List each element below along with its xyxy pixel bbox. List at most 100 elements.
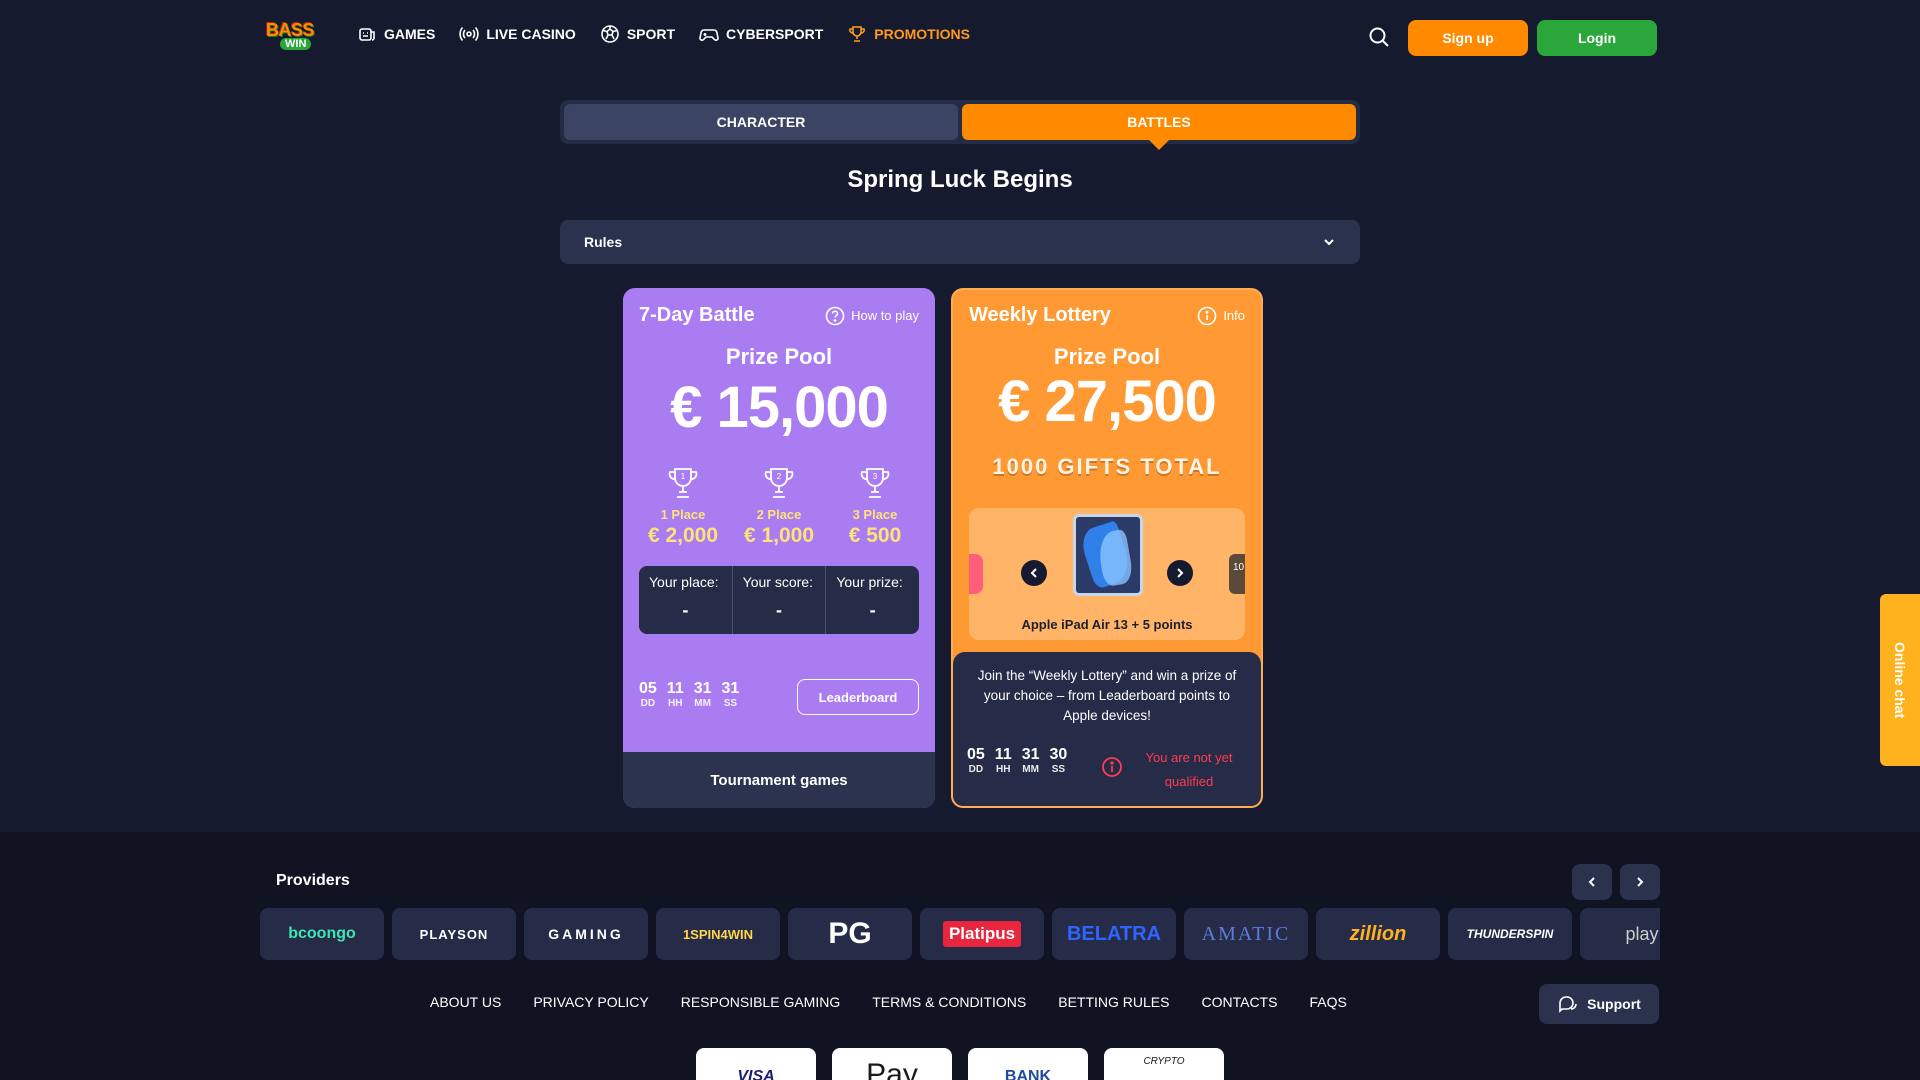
timer-unit: SS <box>1051 764 1066 775</box>
logo[interactable]: BASS WIN <box>264 18 320 54</box>
timer-unit: HH <box>668 698 683 709</box>
timer-unit: DD <box>640 698 656 709</box>
footer-link-betting-rules[interactable]: BETTING RULES <box>1058 994 1169 1010</box>
login-button[interactable]: Login <box>1537 20 1657 56</box>
provider-name: PG <box>828 917 872 950</box>
cup-number: 2 <box>777 472 782 481</box>
prize-pool-value: € 15,000 <box>670 375 889 440</box>
provider-tile[interactable]: AMATIC <box>1184 908 1308 960</box>
rules-accordion[interactable]: Rules <box>560 220 1360 264</box>
providers-next-button[interactable] <box>1620 864 1660 900</box>
stat-label: Your prize: <box>836 574 903 590</box>
signup-button[interactable]: Sign up <box>1408 20 1528 56</box>
search-icon[interactable] <box>1368 26 1390 48</box>
provider-tile[interactable]: zillion <box>1316 908 1440 960</box>
stat-value: - <box>682 600 689 620</box>
battle-countdown: 05 DD 11 HH 31 MM 31 SS <box>639 680 739 709</box>
provider-tile[interactable]: Platipus <box>920 908 1044 960</box>
nav-sport[interactable]: SPORT <box>600 24 675 44</box>
footer-link-about[interactable]: ABOUT US <box>430 994 501 1010</box>
timer-unit: HH <box>996 764 1011 775</box>
footer-link-responsible[interactable]: RESPONSIBLE GAMING <box>681 994 840 1010</box>
chevron-left-icon <box>1588 877 1595 887</box>
provider-name: GAMING <box>548 926 624 942</box>
nav-games[interactable]: GAMES <box>357 24 435 44</box>
provider-tile[interactable]: bcoongo <box>260 908 384 960</box>
lottery-title: Weekly Lottery <box>969 304 1111 326</box>
provider-tile[interactable]: PLAYSON <box>392 908 516 960</box>
stat-value: - <box>776 600 782 620</box>
providers-prev-button[interactable] <box>1572 864 1612 900</box>
carousel-prev-button[interactable] <box>1021 560 1047 586</box>
online-chat-tab[interactable]: Online chat <box>1880 594 1920 766</box>
footer-link-contacts[interactable]: CONTACTS <box>1201 994 1277 1010</box>
prize-carousel: 10 Apple iPad Air 13 + 5 points <box>969 508 1245 640</box>
nav-live-casino[interactable]: LIVE CASINO <box>459 24 576 44</box>
provider-tile[interactable]: 1SPIN4WIN <box>656 908 780 960</box>
nav-cybersport[interactable]: CYBERSPORT <box>699 24 823 44</box>
provider-tile[interactable]: PG <box>788 908 912 960</box>
payment-label: BANK <box>1004 1068 1052 1080</box>
place-label: 2 Place <box>756 507 802 522</box>
leaderboard-button[interactable]: Leaderboard <box>797 679 919 715</box>
timer-num: 31 <box>1021 746 1040 763</box>
timer-seconds: 30 SS <box>1050 746 1068 775</box>
support-button[interactable]: Support <box>1539 984 1659 1024</box>
support-label: Support <box>1587 996 1641 1012</box>
payment-label: Pay <box>866 1058 918 1080</box>
stat-value: - <box>869 600 876 620</box>
cup-icon: 1 <box>668 468 698 498</box>
lottery-description: Join the “Weekly Lottery” and win a priz… <box>977 668 1237 723</box>
battle-title: 7-Day Battle <box>639 304 755 326</box>
provider-name: AMATIC <box>1201 922 1291 945</box>
timer-num: 05 <box>967 746 985 763</box>
provider-name: play <box>1625 923 1659 944</box>
info-label: Info <box>1223 308 1245 323</box>
tournament-games-button[interactable]: Tournament games <box>623 752 935 808</box>
timer-days: 05 DD <box>639 680 657 709</box>
provider-tile[interactable]: BELATRA <box>1052 908 1176 960</box>
logo-subtext: WIN <box>280 38 312 50</box>
provider-tile[interactable]: play <box>1580 908 1660 960</box>
place-first: 1 1 Place € 2,000 <box>637 464 729 548</box>
footer-link-privacy[interactable]: PRIVACY POLICY <box>533 994 648 1010</box>
tab-character[interactable]: CHARACTER <box>564 104 958 140</box>
prize-pool-label: Prize Pool <box>1053 344 1161 369</box>
provider-name: THUNDERSPIN <box>1466 927 1554 941</box>
timer-num: 05 <box>639 680 657 697</box>
provider-name: Platipus <box>942 921 1022 947</box>
chevron-down-icon <box>1324 239 1334 246</box>
timer-num: 11 <box>666 680 684 697</box>
prize-name: Apple iPad Air 13 + 5 points <box>1021 617 1193 632</box>
timer-days: 05 DD <box>967 746 985 775</box>
question-icon <box>825 306 845 325</box>
footer-link-terms[interactable]: TERMS & CONDITIONS <box>872 994 1026 1010</box>
timer-minutes: 31 MM <box>694 680 712 709</box>
stat-place: Your place: - <box>639 566 732 634</box>
tab-battles[interactable]: BATTLES <box>962 104 1356 140</box>
info-link[interactable]: Info <box>1197 306 1245 326</box>
promo-tabs: CHARACTER BATTLES <box>560 100 1360 144</box>
timer-seconds: 31 SS <box>722 680 740 709</box>
provider-tile[interactable]: THUNDERSPIN <box>1448 908 1572 960</box>
provider-name: zillion <box>1349 922 1407 945</box>
place-prize: € 1,000 <box>743 524 815 547</box>
nav-label: GAMES <box>384 26 436 42</box>
nav-promotions[interactable]: PROMOTIONS <box>847 24 970 44</box>
info-icon <box>1198 306 1217 325</box>
stat-prize: Your prize: - <box>825 566 919 634</box>
footer-link-faqs[interactable]: FAQS <box>1309 994 1346 1010</box>
ipad-image <box>1073 514 1143 596</box>
providers-list: bcoongo PLAYSON GAMING 1SPIN4WIN PG Plat… <box>260 908 1660 960</box>
timer-num: 31 <box>693 680 712 697</box>
payment-label: VISA <box>737 1068 775 1080</box>
chevron-right-icon <box>1637 877 1644 887</box>
cup-number: 1 <box>681 472 686 481</box>
how-to-play-link[interactable]: How to play <box>825 306 919 326</box>
cup-number: 3 <box>873 472 878 481</box>
carousel-next-button[interactable] <box>1167 560 1193 586</box>
provider-tile[interactable]: GAMING <box>524 908 648 960</box>
sport-ball-icon <box>601 25 619 43</box>
prize-pool-value: € 27,500 <box>998 369 1217 434</box>
site-header: BASS WIN GAMES LIVE CASINO SPORT CYBERSP… <box>0 0 1920 74</box>
